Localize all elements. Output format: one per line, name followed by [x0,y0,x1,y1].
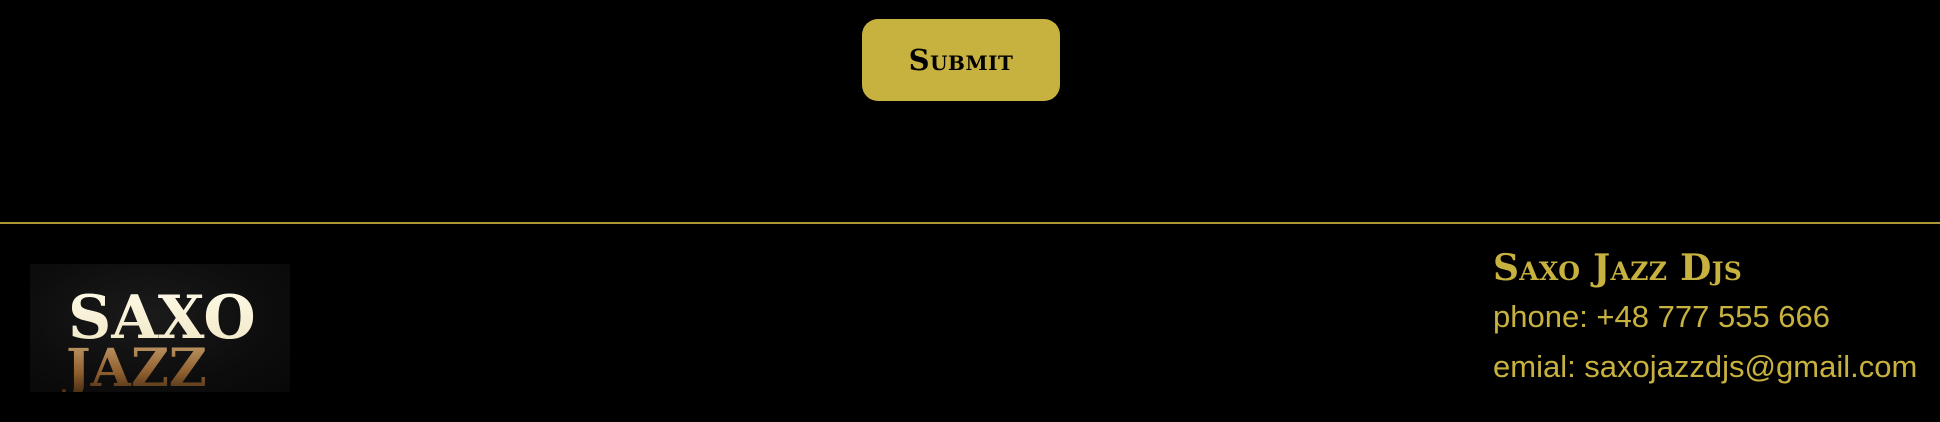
footer-email: emial: saxojazzdjs@gmail.com [1493,349,1918,384]
footer-phone: phone: +48 777 555 666 [1493,299,1831,334]
submit-section: Submit [862,19,1060,101]
logo-text-saxo: SAXO [68,283,256,353]
logo-graphic: JAZZ SAXO [62,283,256,392]
saxo-jazz-logo: JAZZ SAXO [30,264,290,392]
footer-title: Saxo Jazz Djs [1493,247,1743,289]
footer-divider [0,222,1940,224]
contact-info: Saxo Jazz Djs phone: +48 777 555 666 emi… [1493,244,1938,392]
submit-button[interactable]: Submit [862,19,1060,101]
